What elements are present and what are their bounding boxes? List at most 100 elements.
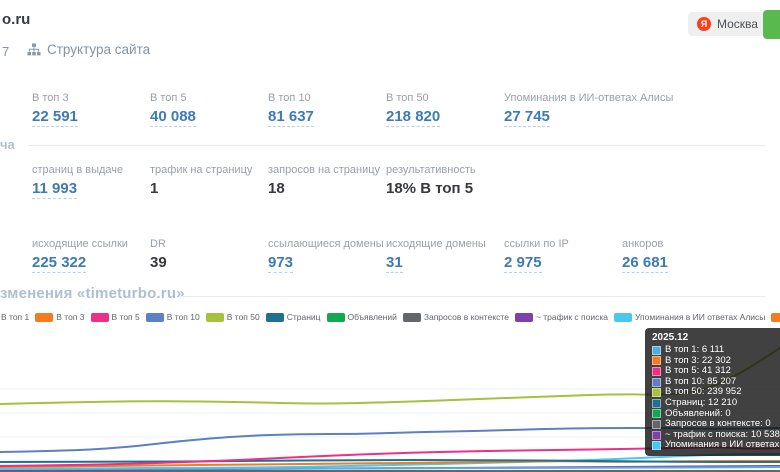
section-label-truncated: ча: [0, 137, 15, 152]
stat-label: ссылки по IP: [504, 238, 622, 250]
stat-label: страниц в выдаче: [32, 164, 150, 176]
region-label: Москва: [717, 17, 758, 31]
legend-item[interactable]: ~ трафик с поиска: [515, 312, 608, 322]
legend-item[interactable]: В топ 1: [0, 312, 29, 322]
tooltip-swatch-icon: [652, 346, 661, 355]
legend-label: В топ 5: [112, 312, 140, 322]
legend-swatch-icon: [614, 313, 632, 322]
stat-label: В топ 50: [386, 92, 504, 104]
stat-value[interactable]: 27 745: [504, 108, 550, 127]
stats-row-pages: страниц в выдаче 11 993 трафик на страницу…: [32, 164, 504, 199]
legend-swatch-icon: [206, 313, 224, 322]
stat-block: анкоров26 681: [622, 238, 740, 273]
tooltip-swatch-icon: [652, 420, 661, 429]
stat-value[interactable]: 22 591: [32, 108, 78, 127]
stat-block: Упоминания в ИИ-ответах Алисы27 745: [504, 92, 622, 127]
truncated-count: 7: [2, 44, 9, 59]
stat-block: трафик на страницу 1: [150, 164, 268, 199]
changes-section-title: зменения «timeturbo.ru»: [0, 285, 185, 302]
stat-label: запросов на страницу: [268, 164, 386, 176]
legend-item[interactable]: Упоминания в ИИ ответах Алисы: [614, 312, 765, 322]
chart-tooltip: 2025.12 В топ 1: 6 111В топ 3: 22 302В т…: [645, 328, 780, 456]
legend-swatch-icon: [403, 313, 421, 322]
tooltip-date: 2025.12: [652, 332, 780, 343]
stat-block: В топ 5 40 088: [150, 92, 268, 127]
stat-block: ссылки по IP 2 975: [504, 238, 622, 273]
tooltip-row: Страниц: 12 210: [652, 398, 780, 409]
stat-block: ссылающиеся домены 973: [268, 238, 386, 273]
stat-label: В топ 10: [268, 92, 386, 104]
stat-block: исходящие домены31: [386, 238, 504, 273]
stat-value[interactable]: 225 322: [32, 254, 86, 273]
stat-value[interactable]: 81 637: [268, 108, 314, 127]
sitemap-icon: [27, 43, 41, 57]
tooltip-swatch-icon: [652, 378, 661, 387]
tooltip-swatch-icon: [652, 356, 661, 365]
stat-label: ссылающиеся домены: [268, 238, 386, 250]
stat-label: DR: [150, 238, 268, 250]
stat-value[interactable]: 218 820: [386, 108, 440, 127]
stat-label: трафик на страницу: [150, 164, 268, 176]
legend-item[interactable]: Запросов в контексте: [403, 312, 509, 322]
stat-value[interactable]: 40 088: [150, 108, 196, 127]
legend-item[interactable]: В топ 10: [146, 312, 200, 322]
legend-swatch-icon: [266, 313, 284, 322]
site-title: o.ru: [2, 11, 30, 28]
legend-item[interactable]: В топ 50: [206, 312, 260, 322]
legend-item[interactable]: В топ 5: [91, 312, 140, 322]
legend-swatch-icon: [146, 313, 164, 322]
divider-rule: [180, 296, 766, 297]
divider-rule: [28, 145, 766, 146]
stats-row-top: В топ 3 22 591 В топ 5 40 088 В топ 10 81 637…: [32, 92, 622, 127]
stat-block: исходящие ссылки225 322: [32, 238, 150, 273]
stat-value: 18% В топ 5: [386, 180, 504, 197]
tooltip-text: Упоминания в ИИ ответах Алисы: 25 1: [665, 440, 780, 451]
seo-dashboard: o.ru Я Москва ▼ 7 Структура сайта В топ …: [0, 0, 780, 472]
stat-block: запросов на страницу 18: [268, 164, 386, 199]
legend-label: Объявлений: [348, 312, 397, 322]
tooltip-text: Страниц: 12 210: [665, 398, 737, 409]
legend-swatch-icon: [35, 313, 53, 322]
legend-item[interactable]: Объявлений: [327, 312, 397, 322]
chart-legend: В топ 1 В топ 3 В топ 5 В топ 10 В топ 50 Стр…: [0, 312, 780, 322]
tooltip-swatch-icon: [652, 399, 661, 408]
stat-block: страниц в выдаче 11 993: [32, 164, 150, 199]
site-structure-link[interactable]: Структура сайта: [27, 42, 150, 57]
legend-item[interactable]: В топ 3: [35, 312, 84, 322]
stat-value[interactable]: 11 993: [32, 180, 77, 199]
stat-label: В топ 5: [150, 92, 268, 104]
legend-label: В топ 10: [167, 312, 200, 322]
stat-block: DR 39: [150, 238, 268, 273]
stat-label: В топ 3: [32, 92, 150, 104]
stat-value[interactable]: 2 975: [504, 254, 542, 273]
legend-item[interactable]: Страниц: [266, 312, 321, 322]
stat-block: результативность 18% В топ 5: [386, 164, 504, 199]
legend-label: Запросов в контексте: [424, 312, 509, 322]
stat-value: 18: [268, 180, 386, 197]
stat-value[interactable]: 31: [386, 254, 403, 273]
stat-value: 39: [150, 254, 268, 271]
tooltip-swatch-icon: [652, 431, 661, 440]
tooltip-swatch-icon: [652, 441, 661, 450]
green-action-button[interactable]: [763, 10, 780, 39]
stat-value: 1: [150, 180, 268, 197]
tooltip-row: В топ 1: 6 111: [652, 345, 780, 356]
legend-swatch-icon: [771, 313, 780, 322]
tooltip-text: В топ 1: 6 111: [665, 345, 724, 356]
legend-label: В топ 1: [1, 312, 29, 322]
legend-label: ~ трафик с поиска: [536, 312, 608, 322]
stats-row-links: исходящие ссылки225 322DR 39ссылающиеся д…: [32, 238, 740, 273]
tooltip-swatch-icon: [652, 388, 661, 397]
legend-item[interactable]: Скры: [771, 312, 780, 322]
site-structure-label: Структура сайта: [47, 42, 150, 57]
legend-swatch-icon: [515, 313, 533, 322]
legend-swatch-icon: [91, 313, 109, 322]
stat-block: В топ 50 218 820: [386, 92, 504, 127]
stat-value[interactable]: 973: [268, 254, 293, 273]
tooltip-swatch-icon: [652, 367, 661, 376]
stat-block: В топ 10 81 637: [268, 92, 386, 127]
legend-label: В топ 50: [227, 312, 260, 322]
stat-value[interactable]: 26 681: [622, 254, 668, 273]
stat-label: результативность: [386, 164, 504, 176]
legend-label: Страниц: [287, 312, 321, 322]
